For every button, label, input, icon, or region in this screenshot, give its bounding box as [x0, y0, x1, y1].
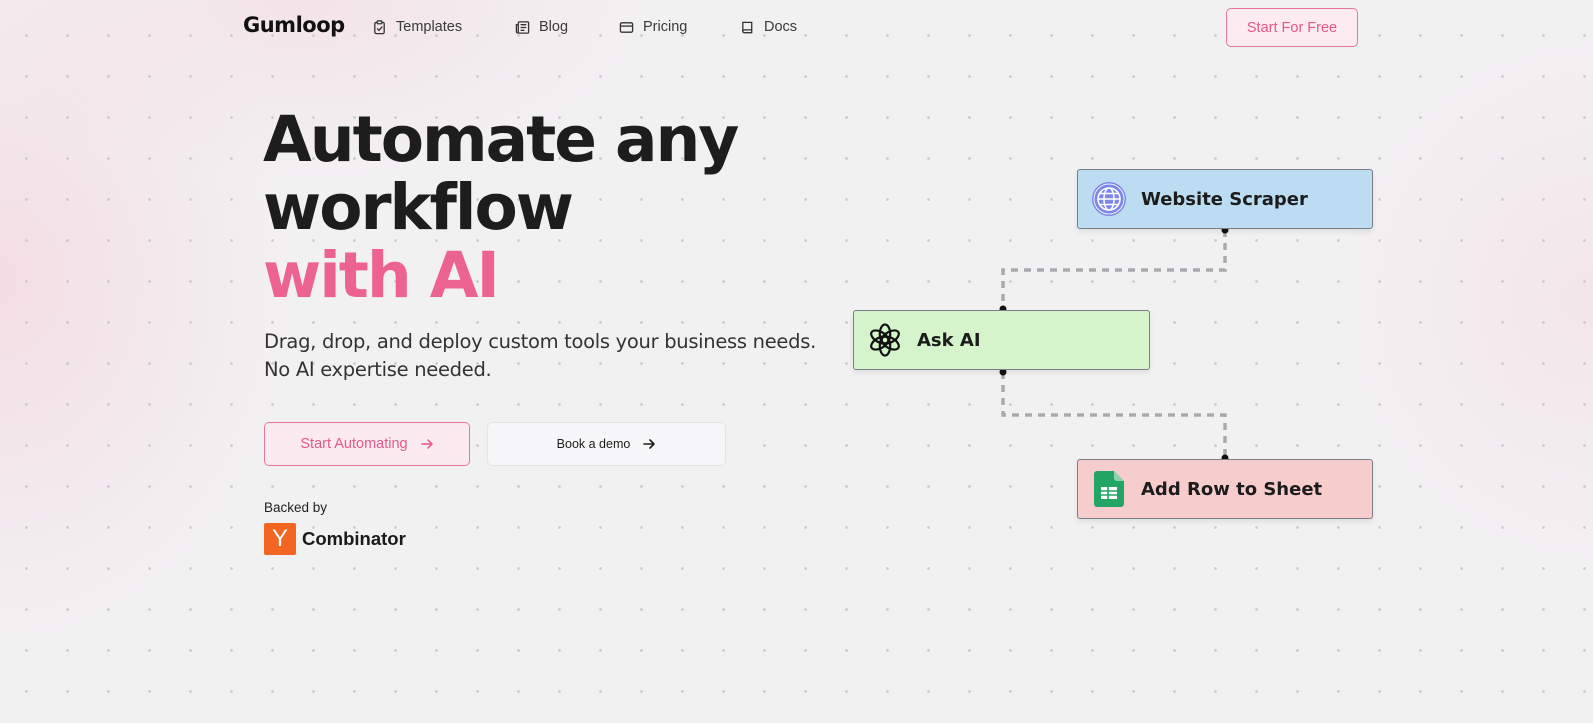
google-sheets-icon — [1091, 471, 1127, 507]
newspaper-icon — [515, 20, 530, 34]
connector-ask-ai-to-sheet — [1001, 372, 1227, 458]
nav-link-label: Blog — [539, 19, 569, 35]
nav-link-docs[interactable]: Docs — [740, 19, 797, 35]
subtitle-line-2: No AI expertise needed. — [264, 358, 492, 381]
node-add-row-to-sheet[interactable]: Add Row to Sheet — [1077, 459, 1373, 519]
clipboard-icon — [374, 19, 385, 34]
hero-subtitle: Drag, drop, and deploy custom tools your… — [264, 328, 824, 384]
gumloop-logo[interactable]: Gumloop — [243, 13, 345, 37]
nav-link-pricing[interactable]: Pricing — [619, 19, 687, 35]
nav-link-templates[interactable]: Templates — [372, 19, 462, 35]
headline-line-1: Automate any — [263, 103, 739, 176]
headline-line-2: workflow — [263, 171, 574, 244]
node-label: Add Row to Sheet — [1141, 478, 1323, 500]
nav-link-label: Templates — [396, 19, 463, 35]
book-demo-button[interactable]: Book a demo — [487, 422, 726, 466]
node-ask-ai[interactable]: Ask AI — [853, 310, 1150, 370]
arrow-right-icon — [420, 439, 433, 449]
subtitle-line-1: Drag, drop, and deploy custom tools your… — [264, 330, 816, 353]
headline-line-3: with AI — [263, 239, 500, 312]
book-demo-label: Book a demo — [556, 437, 631, 451]
backed-by-label: Backed by — [264, 500, 328, 515]
node-website-scraper[interactable]: Website Scraper — [1077, 169, 1373, 229]
nav-link-blog[interactable]: Blog — [515, 19, 568, 35]
y-combinator-name: Combinator — [302, 528, 406, 549]
arrow-right-icon — [643, 439, 656, 449]
credit-card-icon — [619, 21, 634, 33]
node-label: Ask AI — [917, 329, 981, 351]
openai-icon — [867, 322, 903, 358]
start-automating-button[interactable]: Start Automating — [264, 422, 470, 466]
nav-link-label: Docs — [764, 19, 798, 35]
globe-icon — [1091, 181, 1127, 217]
connector-scraper-to-ask-ai — [1001, 230, 1227, 309]
start-automating-label: Start Automating — [300, 436, 408, 452]
top-nav: Gumloop Templates Blog Pricing Docs Star… — [0, 0, 1593, 55]
book-icon — [742, 21, 753, 33]
node-label: Website Scraper — [1141, 188, 1308, 210]
nav-link-label: Pricing — [643, 19, 688, 35]
start-for-free-button[interactable]: Start For Free — [1226, 8, 1358, 47]
y-combinator-logo-icon: Y — [264, 523, 296, 555]
y-combinator-badge: Y Combinator — [264, 523, 406, 555]
hero-headline: Automate any workflow with AI — [263, 103, 739, 312]
